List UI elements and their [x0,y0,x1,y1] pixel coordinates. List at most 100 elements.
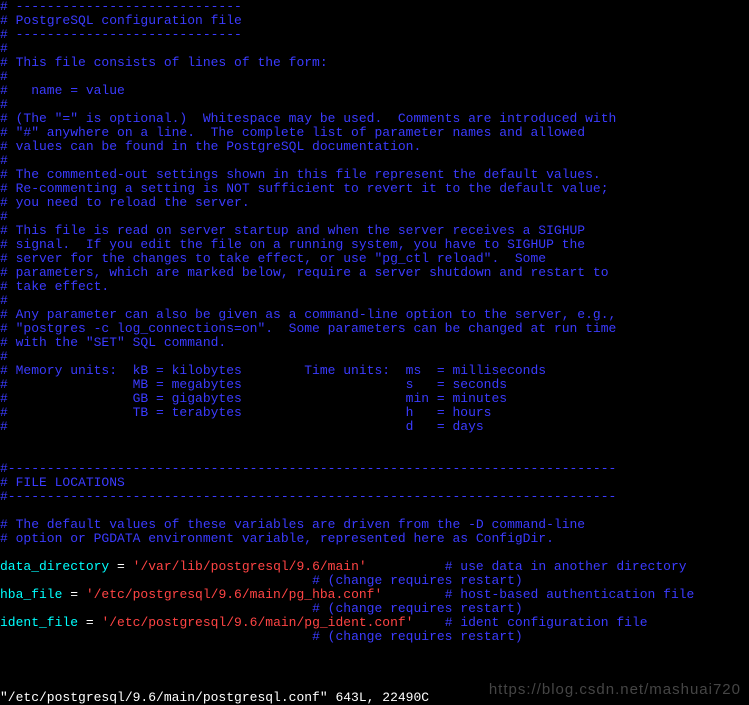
code-segment: '/etc/postgresql/9.6/main/pg_ident.conf' [101,615,413,630]
code-line: # you need to reload the server. [0,196,749,210]
code-segment: # host-based authentication file [445,587,695,602]
code-segment [367,559,445,574]
code-segment: # FILE LOCATIONS [0,475,125,490]
code-segment: # (change requires restart) [312,629,523,644]
code-line: # (change requires restart) [0,602,749,616]
code-segment: = [86,615,102,630]
code-segment: # Memory units: kB = kilobytes Time unit… [0,363,546,378]
code-line: #---------------------------------------… [0,490,749,504]
status-text: "/etc/postgresql/9.6/main/postgresql.con… [0,691,749,705]
code-line: # The default values of these variables … [0,518,749,532]
code-segment: # [0,209,8,224]
code-line: # MB = megabytes s = seconds [0,378,749,392]
code-segment: # d = days [0,419,484,434]
code-segment: # ----------------------------- [0,0,242,14]
code-line: # GB = gigabytes min = minutes [0,392,749,406]
code-segment: hba_file [0,587,70,602]
code-segment: # PostgreSQL configuration file [0,13,242,28]
code-segment: # (change requires restart) [312,573,523,588]
code-segment: # This file consists of lines of the for… [0,55,328,70]
code-line: # values can be found in the PostgreSQL … [0,140,749,154]
code-line: hba_file = '/etc/postgresql/9.6/main/pg_… [0,588,749,602]
code-line: # [0,210,749,224]
code-line [0,504,749,518]
code-line: # Re-commenting a setting is NOT suffici… [0,182,749,196]
code-segment: # [0,293,8,308]
editor-content[interactable]: # -----------------------------# Postgre… [0,0,749,644]
vim-status-line: "/etc/postgresql/9.6/main/postgresql.con… [0,691,749,705]
code-line: # "#" anywhere on a line. The complete l… [0,126,749,140]
code-line: # FILE LOCATIONS [0,476,749,490]
code-line: # [0,294,749,308]
code-segment: # This file is read on server startup an… [0,223,585,238]
code-segment [0,573,312,588]
code-segment: #---------------------------------------… [0,489,616,504]
code-segment: # [0,153,8,168]
code-segment [0,629,312,644]
code-segment: # MB = megabytes s = seconds [0,377,507,392]
code-segment: # values can be found in the PostgreSQL … [0,139,421,154]
code-segment: # take effect. [0,279,109,294]
code-line: # [0,42,749,56]
code-line: # Any parameter can also be given as a c… [0,308,749,322]
code-line: # [0,350,749,364]
code-segment: # use data in another directory [445,559,687,574]
code-line: # take effect. [0,280,749,294]
code-segment: # [0,349,8,364]
code-line [0,448,749,462]
code-segment [414,615,445,630]
code-line: # server for the changes to take effect,… [0,252,749,266]
code-line: # [0,154,749,168]
code-line: # option or PGDATA environment variable,… [0,532,749,546]
code-line: # Memory units: kB = kilobytes Time unit… [0,364,749,378]
code-line: #---------------------------------------… [0,462,749,476]
code-segment: #---------------------------------------… [0,461,616,476]
code-segment: # [0,97,8,112]
code-segment: # [0,41,8,56]
code-segment [0,601,312,616]
code-segment: # GB = gigabytes min = minutes [0,391,507,406]
code-segment: # (change requires restart) [312,601,523,616]
code-segment: # Re-commenting a setting is NOT suffici… [0,181,609,196]
code-segment: # The commented-out settings shown in th… [0,167,601,182]
code-line: # d = days [0,420,749,434]
code-line: # with the "SET" SQL command. [0,336,749,350]
terminal-screen: # -----------------------------# Postgre… [0,0,749,705]
code-line [0,434,749,448]
code-segment: # "postgres -c log_connections=on". Some… [0,321,616,336]
code-segment: # name = value [0,83,125,98]
code-line: # (change requires restart) [0,574,749,588]
code-line: # parameters, which are marked below, re… [0,266,749,280]
code-segment: # signal. If you edit the file on a runn… [0,237,585,252]
code-segment [382,587,444,602]
code-segment: # ident configuration file [445,615,648,630]
code-segment: # (The "=" is optional.) Whitespace may … [0,111,616,126]
code-segment: # parameters, which are marked below, re… [0,265,609,280]
code-line: # PostgreSQL configuration file [0,14,749,28]
code-line: # ----------------------------- [0,0,749,14]
code-line: # name = value [0,84,749,98]
code-segment: # with the "SET" SQL command. [0,335,226,350]
code-segment: # ----------------------------- [0,27,242,42]
code-line: # signal. If you edit the file on a runn… [0,238,749,252]
code-line [0,546,749,560]
code-segment: = [117,559,133,574]
code-line: # This file is read on server startup an… [0,224,749,238]
code-line: # TB = terabytes h = hours [0,406,749,420]
code-line: # This file consists of lines of the for… [0,56,749,70]
code-segment: # you need to reload the server. [0,195,250,210]
code-line: # ----------------------------- [0,28,749,42]
code-line: # [0,98,749,112]
code-segment: # option or PGDATA environment variable,… [0,531,554,546]
code-segment: ident_file [0,615,86,630]
code-segment: # Any parameter can also be given as a c… [0,307,616,322]
code-segment: # [0,69,8,84]
code-line: # [0,70,749,84]
code-line: # (change requires restart) [0,630,749,644]
code-segment: # The default values of these variables … [0,517,585,532]
code-segment: '/var/lib/postgresql/9.6/main' [133,559,367,574]
code-line: ident_file = '/etc/postgresql/9.6/main/p… [0,616,749,630]
code-line: # (The "=" is optional.) Whitespace may … [0,112,749,126]
code-segment: = [70,587,86,602]
code-segment: # TB = terabytes h = hours [0,405,491,420]
